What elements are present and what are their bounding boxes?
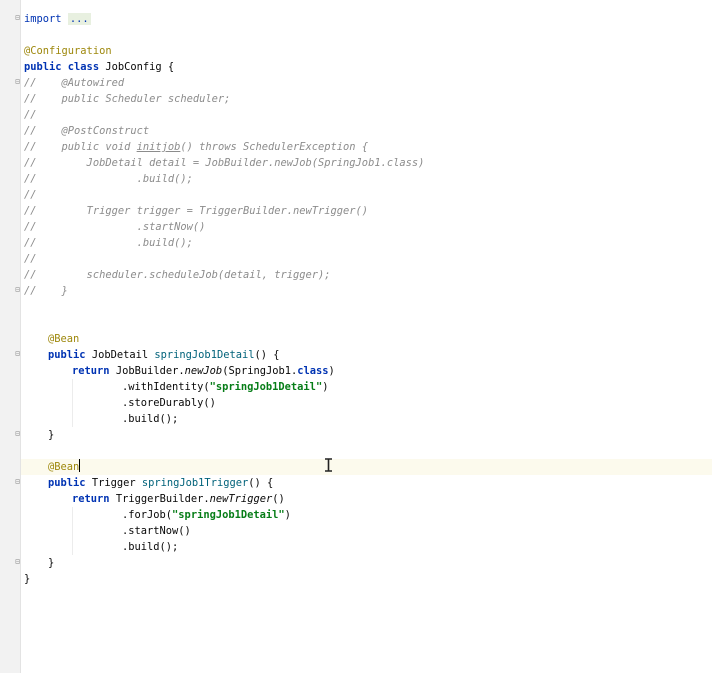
comment-line[interactable]: // } <box>24 283 68 299</box>
code-line[interactable]: import ... <box>24 11 91 27</box>
fold-marker-icon[interactable]: ⊟ <box>14 558 21 566</box>
code-line[interactable]: .storeDurably() <box>122 395 216 411</box>
code-line[interactable]: public class JobConfig { <box>24 59 174 75</box>
fold-marker-icon[interactable]: ⊟ <box>14 430 21 438</box>
fold-marker-icon[interactable]: ⊟ <box>14 14 21 22</box>
code-line[interactable]: .build(); <box>122 539 178 555</box>
fold-marker-icon[interactable]: ⊟ <box>14 78 21 86</box>
comment-line[interactable]: // .build(); <box>24 235 193 251</box>
code-line[interactable]: .withIdentity("springJob1Detail") <box>122 379 328 395</box>
fold-marker-icon[interactable]: ⊟ <box>14 286 21 294</box>
comment-line[interactable]: // JobDetail detail = JobBuilder.newJob(… <box>24 155 424 171</box>
fold-marker-icon[interactable]: ⊟ <box>14 350 21 358</box>
code-line[interactable]: return TriggerBuilder.newTrigger() <box>72 491 285 507</box>
code-line[interactable]: @Bean <box>48 331 79 347</box>
code-line[interactable]: public Trigger springJob1Trigger() { <box>48 475 273 491</box>
comment-line[interactable]: // @PostConstruct <box>24 123 149 139</box>
fold-marker-icon[interactable]: ⊟ <box>14 478 21 486</box>
code-line[interactable]: } <box>48 555 54 571</box>
comment-line[interactable]: // Trigger trigger = TriggerBuilder.newT… <box>24 203 368 219</box>
code-line[interactable]: @Configuration <box>24 43 112 59</box>
code-line[interactable]: } <box>48 427 54 443</box>
code-line[interactable]: public JobDetail springJob1Detail() { <box>48 347 280 363</box>
indent-guide <box>72 379 73 427</box>
code-line[interactable]: } <box>24 571 30 587</box>
comment-line[interactable]: // .startNow() <box>24 219 205 235</box>
comment-line[interactable]: // @Autowired <box>24 75 124 91</box>
text-cursor-icon <box>325 458 332 472</box>
collapsed-imports[interactable]: ... <box>67 13 91 25</box>
code-editor[interactable]: ⊟ ⊟ ⊟ ⊟ ⊟ ⊟ ⊟ import ... @Configuration … <box>0 0 712 673</box>
code-line[interactable]: @Bean <box>48 459 81 475</box>
comment-line[interactable]: // <box>24 251 37 267</box>
comment-line[interactable]: // <box>24 187 37 203</box>
comment-line[interactable]: // public Scheduler scheduler; <box>24 91 230 107</box>
code-line[interactable]: .startNow() <box>122 523 191 539</box>
current-line-highlight <box>21 459 712 475</box>
code-line[interactable]: .forJob("springJob1Detail") <box>122 507 291 523</box>
indent-guide <box>72 507 73 555</box>
code-line[interactable]: .build(); <box>122 411 178 427</box>
comment-line[interactable]: // scheduler.scheduleJob(detail, trigger… <box>24 267 331 283</box>
comment-line[interactable]: // .build(); <box>24 171 193 187</box>
editor-gutter[interactable] <box>0 0 21 673</box>
text-caret <box>79 459 81 472</box>
comment-line[interactable]: // <box>24 107 37 123</box>
code-line[interactable]: return JobBuilder.newJob(SpringJob1.clas… <box>72 363 335 379</box>
comment-line[interactable]: // public void initjob() throws Schedule… <box>24 139 368 155</box>
